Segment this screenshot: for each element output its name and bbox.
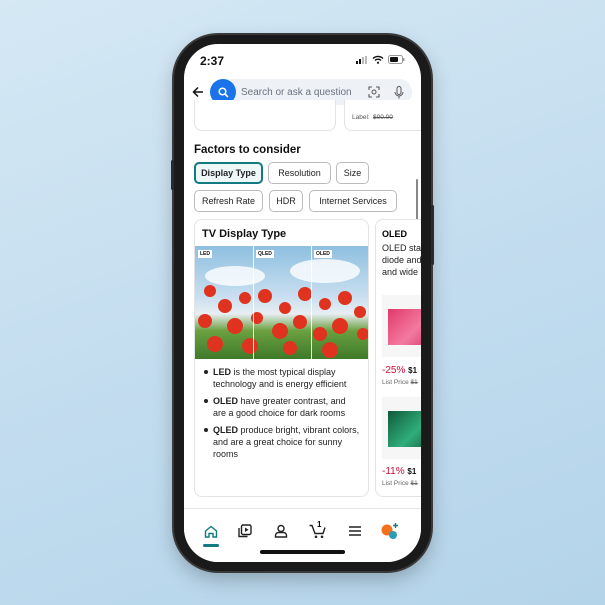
chip-internet-services[interactable]: Internet Services — [309, 190, 397, 212]
flowers-graphic — [198, 259, 368, 358]
list-price: List Price $1 — [382, 379, 418, 386]
label-price: $00.00 — [373, 114, 393, 121]
list-price-value: $1 — [410, 379, 418, 386]
screen: 2:37 Search or ask a question Label: $00… — [184, 44, 421, 562]
chip-hdr[interactable]: HDR — [269, 190, 303, 212]
active-indicator — [203, 544, 219, 547]
home-icon — [204, 525, 218, 538]
volume-button — [171, 160, 174, 190]
bullet-bold: OLED — [213, 396, 239, 406]
bullet-bold: LED — [213, 367, 231, 377]
microphone-icon[interactable] — [394, 85, 404, 99]
bullet-qled: QLED produce bright, vibrant colors, and… — [201, 424, 361, 460]
list-price: List Price $1 — [382, 480, 418, 487]
bullet-bold: QLED — [213, 425, 239, 435]
nav-cart[interactable]: 1 — [308, 520, 328, 541]
product-image-green-tv — [388, 411, 421, 447]
desc-line: diode and — [382, 255, 421, 265]
list-label: List Price — [382, 379, 409, 386]
nav-account[interactable] — [271, 521, 291, 541]
list-label: List Price — [382, 480, 409, 487]
oled-title: OLED — [382, 229, 408, 239]
tag-led: LED — [198, 250, 212, 258]
product-image-pink-tv — [388, 309, 421, 345]
status-time: 2:37 — [200, 54, 225, 68]
desc-line: OLED sta — [382, 243, 421, 253]
power-button — [431, 205, 434, 265]
price: $1 — [408, 366, 418, 375]
back-arrow-icon[interactable] — [192, 86, 204, 98]
signal-icon — [356, 55, 367, 64]
menu-icon — [349, 526, 361, 536]
nav-video[interactable] — [235, 521, 255, 541]
chip-refresh-rate[interactable]: Refresh Rate — [194, 190, 263, 212]
wifi-icon — [372, 55, 384, 64]
search-icon — [217, 86, 229, 98]
label-text: Label: — [352, 114, 370, 121]
search-input[interactable]: Search or ask a question — [241, 87, 368, 98]
nav-rufus[interactable] — [380, 521, 400, 541]
desc-line: and wide — [382, 267, 419, 277]
bullet-led: LED is the most typical display technolo… — [201, 366, 361, 390]
discount: -25% $1 — [382, 365, 417, 376]
display-type-card[interactable]: TV Display Type LED QLED OLED LED is the… — [194, 219, 369, 497]
oled-card[interactable]: OLED OLED sta diode and and wide -25% $1… — [375, 219, 421, 497]
cart-count: 1 — [317, 520, 322, 529]
discount-pct: -11% — [382, 466, 405, 477]
card-title: TV Display Type — [202, 228, 287, 240]
tag-qled: QLED — [256, 250, 274, 258]
nav-menu[interactable] — [345, 521, 365, 541]
product-tile[interactable] — [382, 397, 421, 459]
account-icon — [274, 524, 288, 538]
chip-display-type[interactable]: Display Type — [194, 162, 263, 184]
battery-icon — [388, 55, 405, 64]
divider — [311, 246, 312, 359]
price: $1 — [407, 467, 417, 476]
discount-pct: -25% — [382, 365, 406, 376]
home-indicator[interactable] — [260, 550, 345, 554]
product-tile[interactable] — [382, 295, 421, 357]
display-type-image: LED QLED OLED — [195, 246, 368, 359]
bullet-list: LED is the most typical display technolo… — [201, 366, 361, 465]
rufus-icon — [381, 523, 398, 539]
bullet-oled: OLED have greater contrast, and are a go… — [201, 395, 361, 419]
top-card-right[interactable]: Label: $00.00 — [344, 100, 421, 131]
top-card-left[interactable] — [194, 100, 336, 131]
bullet-text: is the most typical display technology a… — [213, 367, 347, 389]
oled-description: OLED sta diode and and wide — [382, 242, 421, 278]
camera-scan-icon[interactable] — [368, 86, 380, 98]
divider — [253, 246, 254, 359]
chip-resolution[interactable]: Resolution — [268, 162, 331, 184]
tag-oled: OLED — [314, 250, 332, 258]
discount: -11% $1 — [382, 466, 416, 477]
video-icon — [238, 524, 252, 538]
status-icons — [356, 55, 405, 64]
nav-home[interactable] — [201, 521, 221, 541]
list-price-value: $1 — [410, 480, 418, 487]
factors-title: Factors to consider — [194, 144, 301, 156]
chip-size[interactable]: Size — [336, 162, 369, 184]
